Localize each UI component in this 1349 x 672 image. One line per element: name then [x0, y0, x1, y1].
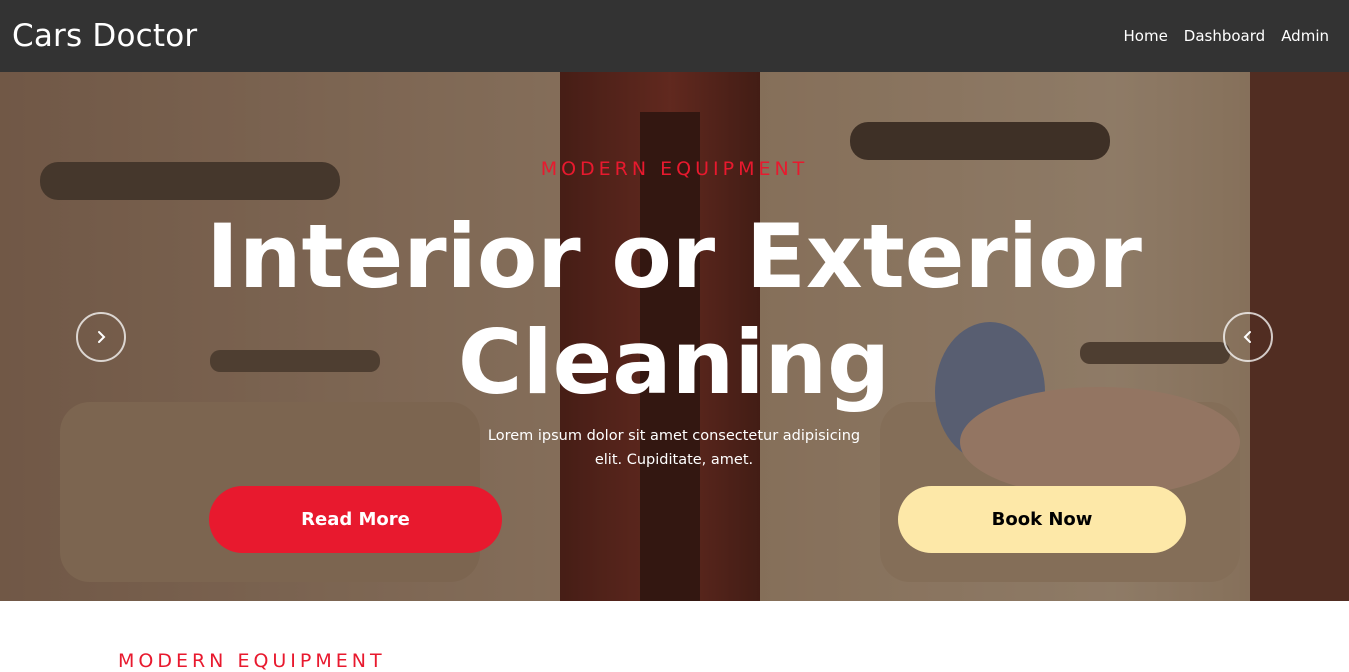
carousel-prev-button[interactable]: [76, 312, 126, 362]
brand-logo[interactable]: Cars Doctor: [12, 18, 197, 54]
hero-banner: MODERN EQUIPMENT Interior or Exterior Cl…: [0, 72, 1349, 601]
hero-description: Lorem ipsum dolor sit amet consectetur a…: [487, 428, 861, 468]
read-more-button[interactable]: Read More: [209, 486, 502, 553]
nav-link-admin[interactable]: Admin: [1281, 27, 1329, 45]
section-eyebrow: MODERN EQUIPMENT: [118, 650, 386, 672]
carousel-next-button[interactable]: [1223, 312, 1273, 362]
hero-title: Interior or Exterior Cleaning: [206, 205, 1142, 414]
nav-links: Home Dashboard Admin: [1124, 27, 1330, 45]
chevron-right-icon: [98, 331, 106, 343]
nav-link-home[interactable]: Home: [1124, 27, 1168, 45]
hero-eyebrow: MODERN EQUIPMENT: [540, 158, 809, 180]
chevron-left-icon: [1243, 331, 1251, 343]
book-now-button[interactable]: Book Now: [898, 486, 1186, 553]
nav-link-dashboard[interactable]: Dashboard: [1184, 27, 1265, 45]
top-navbar: Cars Doctor Home Dashboard Admin: [0, 0, 1349, 72]
